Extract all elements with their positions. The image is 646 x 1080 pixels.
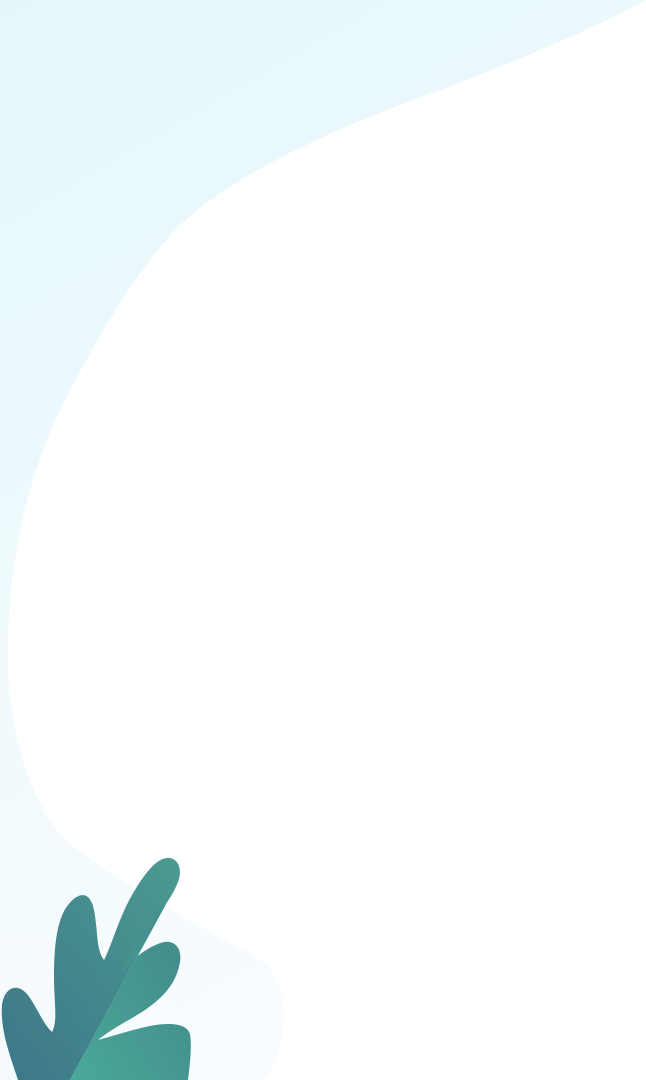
leaf-icon bbox=[1, 857, 191, 1080]
splash-screen bbox=[0, 0, 646, 1080]
